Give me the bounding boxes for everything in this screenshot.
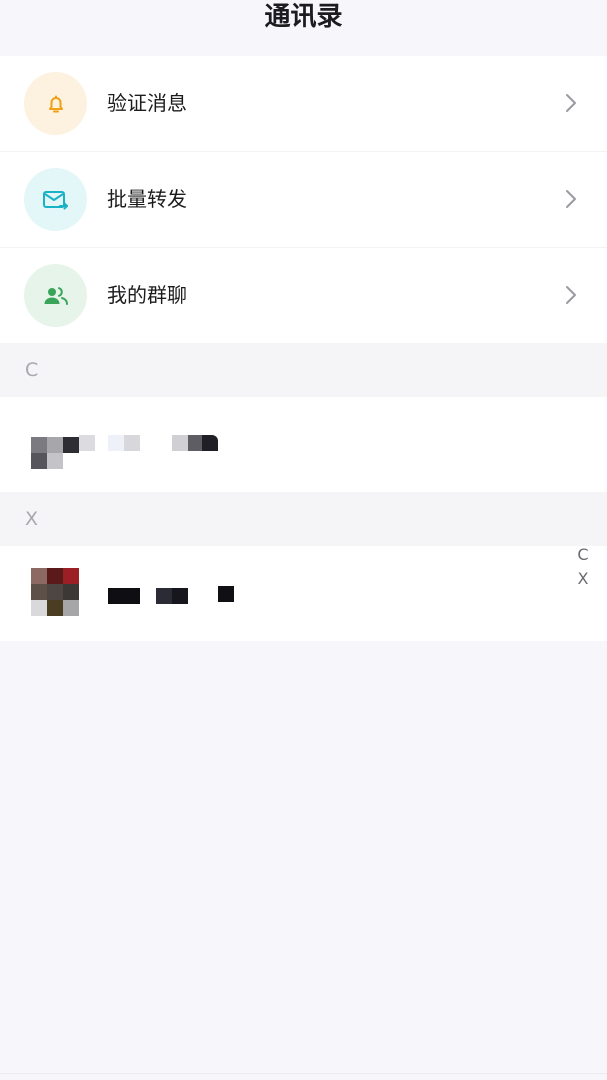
- avatar: [31, 568, 79, 616]
- section-header-c: C: [0, 343, 607, 397]
- menu-item-batch-forward[interactable]: 批量转发: [0, 151, 607, 247]
- contacts-menu: 验证消息 批量转发 我的群聊: [0, 56, 607, 343]
- bell-icon: [24, 72, 87, 135]
- chevron-right-icon: [566, 94, 576, 112]
- mail-forward-icon: [24, 168, 87, 231]
- contact-name-part: [218, 586, 234, 602]
- group-icon: [24, 264, 87, 327]
- header: 通讯录: [0, 0, 607, 56]
- contact-name: [108, 588, 140, 604]
- menu-item-label: 批量转发: [107, 187, 187, 211]
- menu-item-verify-messages[interactable]: 验证消息: [0, 56, 607, 151]
- contact-name-part: [172, 435, 188, 451]
- divider: [0, 1073, 607, 1074]
- chevron-right-icon: [566, 286, 576, 304]
- chevron-right-icon: [566, 190, 576, 208]
- menu-item-my-groups[interactable]: 我的群聊: [0, 247, 607, 343]
- index-letter-c[interactable]: C: [576, 543, 590, 567]
- contact-name-part: [172, 588, 188, 604]
- menu-item-label: 验证消息: [107, 91, 187, 115]
- contacts-screen: 通讯录 验证消息 批量转发 我的群聊 C X C X: [0, 0, 607, 1080]
- contact-name-part: [156, 588, 172, 604]
- menu-item-label: 我的群聊: [107, 283, 187, 307]
- section-header-x: X: [0, 492, 607, 546]
- contact-row[interactable]: [0, 397, 607, 492]
- contact-name-part: [124, 435, 140, 451]
- contact-row[interactable]: [0, 546, 607, 641]
- alphabet-index-bar[interactable]: C X: [576, 543, 590, 591]
- page-title: 通讯录: [264, 2, 343, 32]
- index-letter-x[interactable]: X: [576, 567, 590, 591]
- contact-name: [79, 435, 95, 451]
- contact-name-part: [188, 435, 202, 451]
- contact-name-part: [108, 435, 124, 451]
- avatar: [31, 429, 79, 477]
- contact-name-part: [202, 435, 218, 451]
